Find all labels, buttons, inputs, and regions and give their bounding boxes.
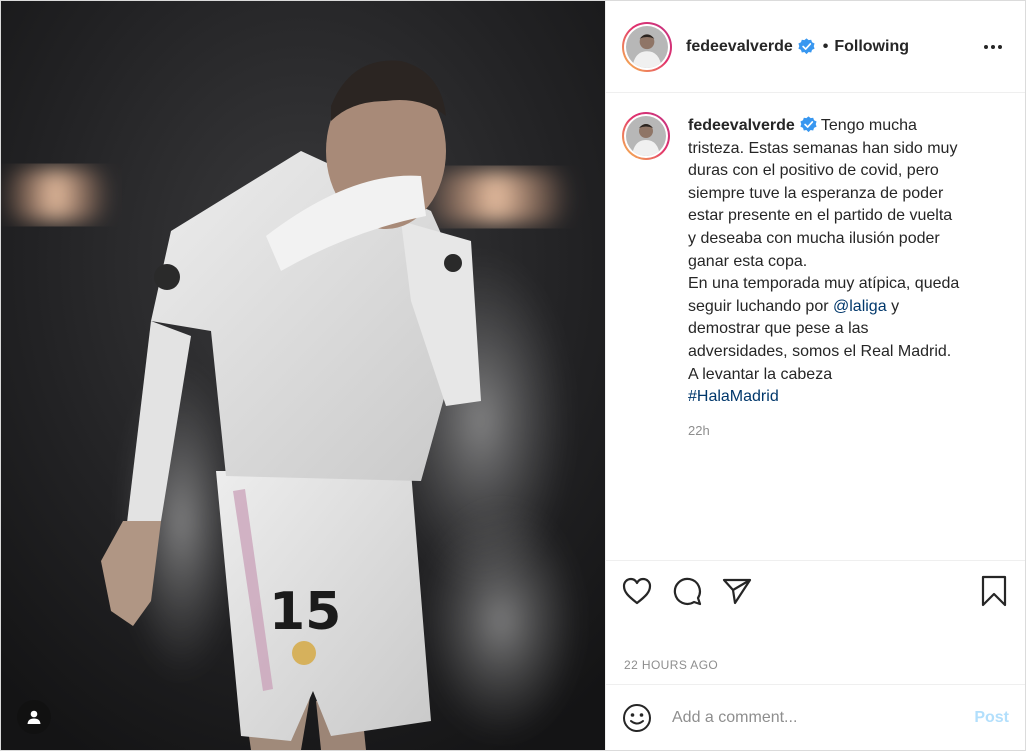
hashtag-link[interactable]: #HalaMadrid: [688, 386, 988, 409]
post-comment-button[interactable]: Post: [974, 709, 1009, 727]
caption-username[interactable]: fedeevalverde: [688, 117, 795, 134]
caption-comment: fedeevalverde Tengo mucha tristeza. Esta…: [622, 112, 1009, 409]
verified-badge-icon: [798, 38, 815, 55]
instagram-post: 15 fedeevalverde • Following fedeevalver…: [0, 0, 1026, 751]
user-tag-button[interactable]: [17, 700, 51, 734]
caption-line: demostrar que pese a las: [688, 320, 869, 338]
caption-text-fragment: y: [891, 297, 900, 315]
comment-input[interactable]: [672, 708, 975, 727]
like-button[interactable]: [622, 573, 658, 609]
verified-badge-icon: [800, 116, 817, 133]
caption-line: estar presente en el partido de vuelta: [688, 207, 953, 225]
paper-plane-icon: [722, 578, 752, 604]
more-options-button[interactable]: [977, 35, 1009, 59]
caption-line: y deseaba con mucha ilusión poder: [688, 229, 940, 247]
comment-button[interactable]: [672, 573, 708, 609]
caption-line: adversidades, somos el Real Madrid.: [688, 342, 952, 360]
caption-line: duras con el positivo de covid, pero: [688, 162, 939, 180]
author-username[interactable]: fedeevalverde: [686, 38, 793, 56]
caption-avatar[interactable]: [622, 112, 670, 160]
caption-line: tristeza. Estas semanas han sido muy: [688, 139, 958, 157]
caption-line: En una temporada muy atípica, queda: [688, 275, 960, 293]
comment-bubble-icon: [673, 577, 702, 605]
add-comment-bar: Post: [606, 684, 1025, 750]
action-bar: [606, 560, 1025, 620]
following-button[interactable]: Following: [834, 38, 909, 56]
caption-line: siempre tuve la esperanza de poder: [688, 184, 944, 202]
caption-timestamp[interactable]: 22h: [688, 423, 1009, 438]
caption-text: fedeevalverde Tengo mucha tristeza. Esta…: [688, 115, 988, 409]
jersey-number: 15: [269, 582, 341, 642]
post-sidebar: fedeevalverde • Following fedeevalverde …: [605, 1, 1025, 750]
heart-icon: [622, 577, 652, 604]
separator-dot: •: [822, 37, 829, 55]
post-date[interactable]: 22 HOURS AGO: [606, 620, 1025, 684]
photo-illustration: 15: [1, 1, 605, 750]
caption-text-fragment: seguir luchando por: [688, 297, 829, 315]
mention-link[interactable]: @laliga: [833, 298, 887, 315]
emoji-button[interactable]: [622, 701, 656, 735]
bookmark-icon: [981, 575, 1007, 606]
more-options-icon: [984, 44, 1002, 49]
caption-line: A levantar la cabeza: [688, 365, 833, 383]
comments-section: fedeevalverde Tengo mucha tristeza. Esta…: [606, 93, 1025, 560]
post-header: fedeevalverde • Following: [606, 1, 1025, 93]
emoji-icon: [623, 703, 651, 732]
caption-line: Tengo mucha: [820, 117, 917, 134]
save-button[interactable]: [971, 573, 1007, 609]
avatar-image: [626, 116, 666, 156]
user-tag-icon: [27, 710, 41, 724]
avatar[interactable]: [622, 21, 672, 72]
avatar-image: [626, 25, 668, 68]
caption-line: ganar esta copa.: [688, 252, 808, 270]
caption-line-mention: seguir luchando por @laliga y: [688, 296, 988, 319]
share-button[interactable]: [722, 573, 758, 609]
post-photo[interactable]: 15: [1, 1, 605, 750]
